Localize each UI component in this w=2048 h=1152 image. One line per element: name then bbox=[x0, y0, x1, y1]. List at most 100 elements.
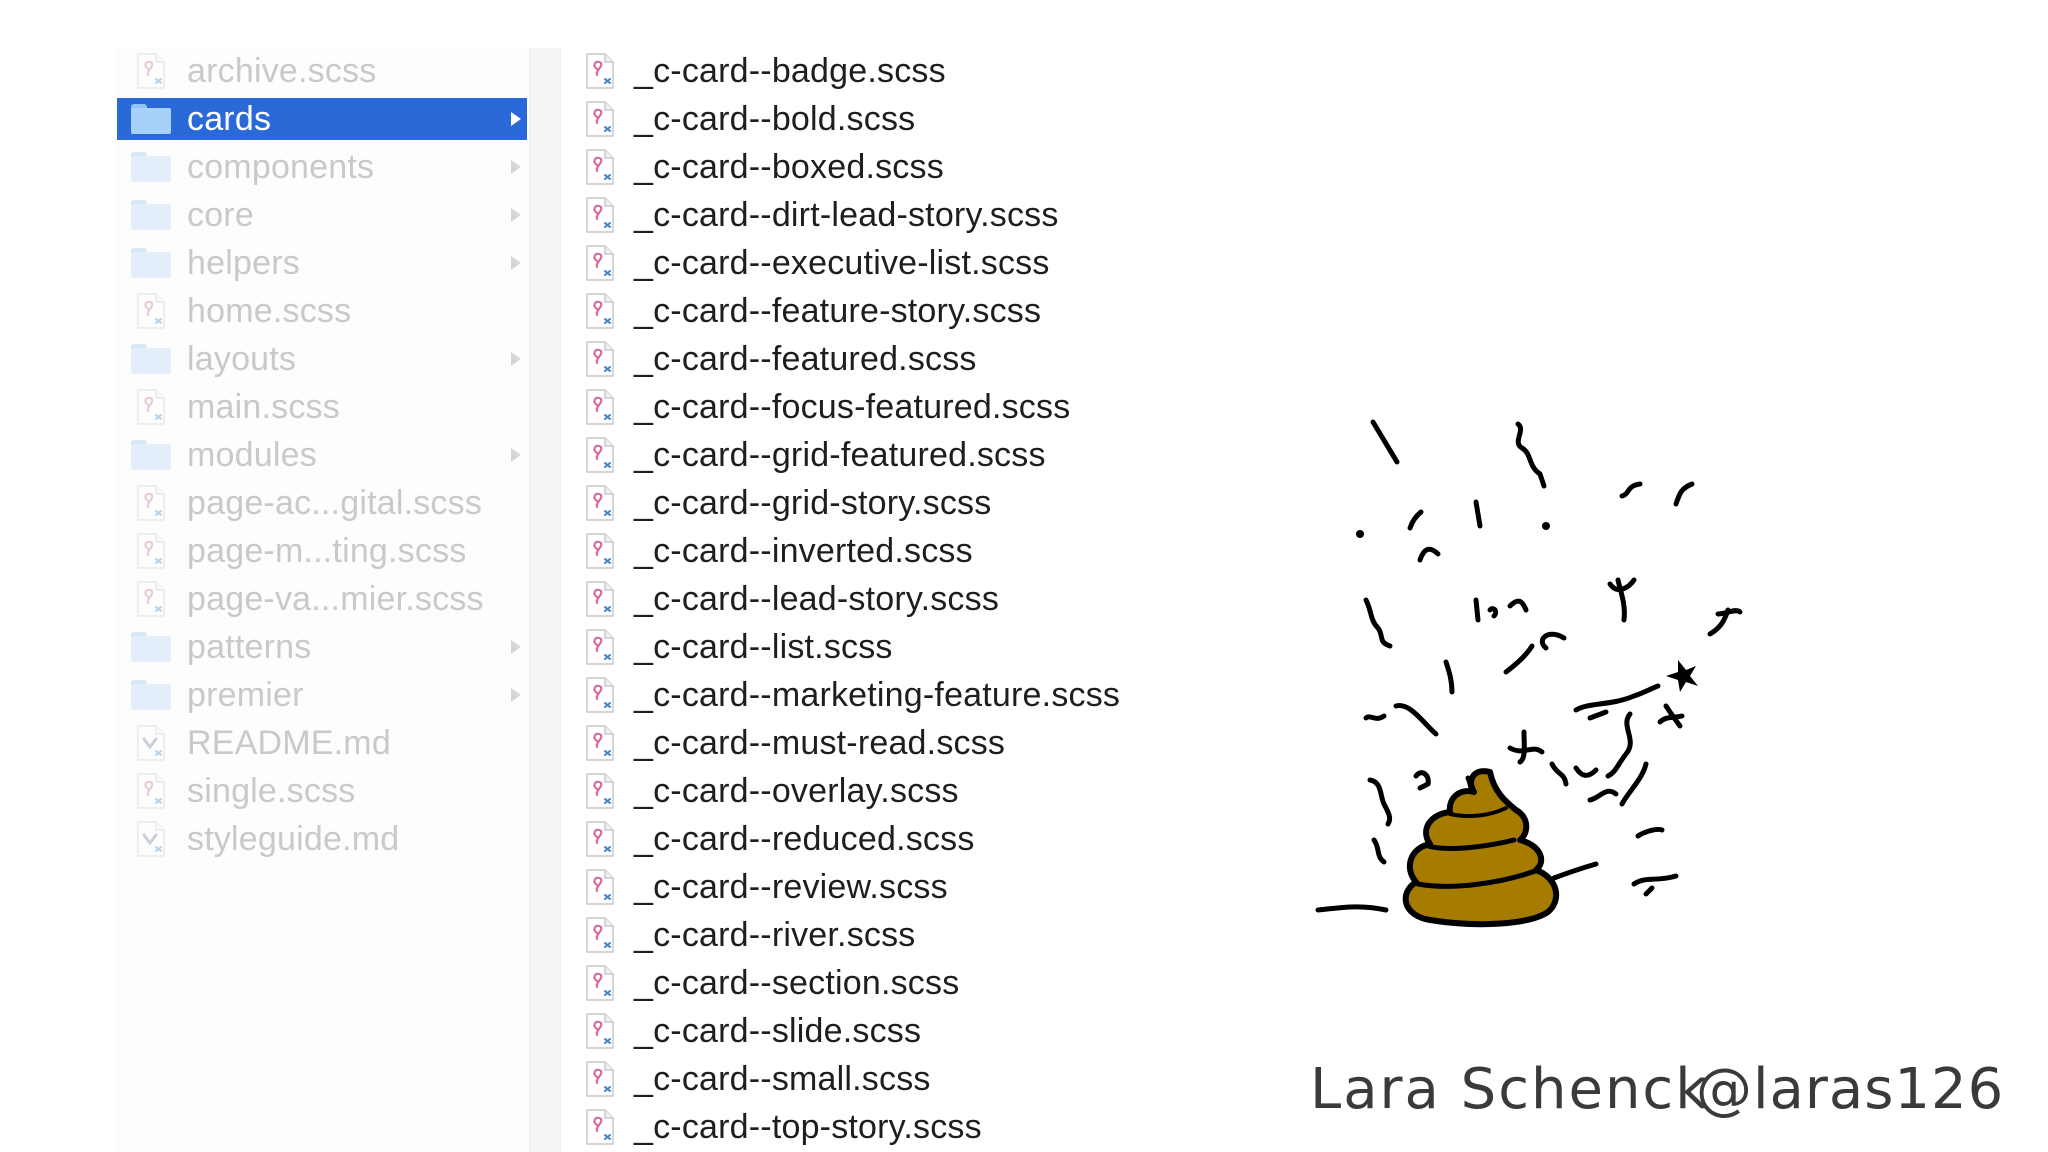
scss-file-icon bbox=[585, 293, 615, 329]
scss-file-icon bbox=[585, 533, 615, 569]
item-label: styleguide.md bbox=[187, 819, 400, 858]
parent-item-premier[interactable]: premier bbox=[117, 674, 527, 716]
file-row[interactable]: _c-card--list.scss bbox=[560, 626, 1260, 668]
column-divider[interactable] bbox=[529, 48, 561, 1152]
scss-file-icon bbox=[136, 389, 166, 425]
scss-file-icon bbox=[585, 965, 615, 1001]
item-label: page-m...ting.scss bbox=[187, 531, 467, 570]
folder-icon bbox=[131, 680, 171, 710]
item-label: README.md bbox=[187, 723, 391, 762]
file-row[interactable]: _c-card--executive-list.scss bbox=[560, 242, 1260, 284]
chevron-right-icon bbox=[511, 688, 521, 702]
scss-file-icon bbox=[585, 821, 615, 857]
file-row[interactable]: _c-card--river.scss bbox=[560, 914, 1260, 956]
file-row[interactable]: _c-card--featured.scss bbox=[560, 338, 1260, 380]
scss-file-icon bbox=[136, 53, 166, 89]
parent-item-cards[interactable]: cards bbox=[117, 98, 527, 140]
scss-file-icon bbox=[585, 917, 615, 953]
item-label: helpers bbox=[187, 243, 300, 282]
parent-item-page-m-ting-scss[interactable]: page-m...ting.scss bbox=[117, 530, 527, 572]
folder-icon bbox=[131, 344, 171, 374]
file-name: _c-card--grid-featured.scss bbox=[634, 435, 1046, 474]
parent-item-readme-md[interactable]: README.md bbox=[117, 722, 527, 764]
chevron-right-icon bbox=[511, 352, 521, 366]
file-row[interactable]: _c-card--review.scss bbox=[560, 866, 1260, 908]
file-row[interactable]: _c-card--small.scss bbox=[560, 1058, 1260, 1100]
poop-pile-drawing bbox=[1315, 419, 1743, 928]
file-row[interactable]: _c-card--slide.scss bbox=[560, 1010, 1260, 1052]
parent-item-components[interactable]: components bbox=[117, 146, 527, 188]
parent-item-home-scss[interactable]: home.scss bbox=[117, 290, 527, 332]
folder-icon bbox=[131, 440, 171, 470]
file-name: _c-card--section.scss bbox=[634, 963, 960, 1002]
item-label: patterns bbox=[187, 627, 312, 666]
item-label: cards bbox=[187, 99, 272, 138]
scss-file-icon bbox=[136, 533, 166, 569]
file-row[interactable]: _c-card--grid-story.scss bbox=[560, 482, 1260, 524]
scss-file-icon bbox=[585, 1109, 615, 1145]
scss-file-icon bbox=[585, 485, 615, 521]
scss-file-icon bbox=[585, 197, 615, 233]
parent-item-layouts[interactable]: layouts bbox=[117, 338, 527, 380]
file-row[interactable]: _c-card--reduced.scss bbox=[560, 818, 1260, 860]
scss-file-icon bbox=[585, 245, 615, 281]
file-row[interactable]: _c-card--overlay.scss bbox=[560, 770, 1260, 812]
chevron-right-icon bbox=[511, 448, 521, 462]
parent-directory-column[interactable]: archive.scss cards components core helpers ho… bbox=[117, 48, 529, 1152]
folder-icon bbox=[131, 104, 171, 134]
item-label: core bbox=[187, 195, 254, 234]
file-row[interactable]: _c-card--boxed.scss bbox=[560, 146, 1260, 188]
scss-file-icon bbox=[585, 773, 615, 809]
finder-column-view: archive.scss cards components core helpers ho… bbox=[0, 0, 2048, 1152]
file-row[interactable]: _c-card--top-story.scss bbox=[560, 1106, 1260, 1148]
file-row[interactable]: _c-card--inverted.scss bbox=[560, 530, 1260, 572]
author-handle: @laras126 bbox=[1696, 1057, 2000, 1122]
item-label: page-ac...gital.scss bbox=[187, 483, 483, 522]
parent-item-patterns[interactable]: patterns bbox=[117, 626, 527, 668]
parent-item-archive-scss[interactable]: archive.scss bbox=[117, 50, 527, 92]
parent-item-modules[interactable]: modules bbox=[117, 434, 527, 476]
file-name: _c-card--must-read.scss bbox=[634, 723, 1006, 762]
parent-item-styleguide-md[interactable]: styleguide.md bbox=[117, 818, 527, 860]
markdown-file-icon bbox=[136, 725, 166, 761]
file-row[interactable]: _c-card--badge.scss bbox=[560, 50, 1260, 92]
file-row[interactable]: _c-card--must-read.scss bbox=[560, 722, 1260, 764]
file-name: _c-card--featured.scss bbox=[634, 339, 977, 378]
file-name: _c-card--review.scss bbox=[634, 867, 948, 906]
parent-item-core[interactable]: core bbox=[117, 194, 527, 236]
scss-file-icon bbox=[585, 101, 615, 137]
file-name: _c-card--dirt-lead-story.scss bbox=[634, 195, 1059, 234]
file-row[interactable]: _c-card--bold.scss bbox=[560, 98, 1260, 140]
parent-item-main-scss[interactable]: main.scss bbox=[117, 386, 527, 428]
poop-pile bbox=[1402, 768, 1599, 928]
file-row[interactable]: _c-card--section.scss bbox=[560, 962, 1260, 1004]
file-row[interactable]: _c-card--lead-story.scss bbox=[560, 578, 1260, 620]
file-row[interactable]: _c-card--marketing-feature.scss bbox=[560, 674, 1260, 716]
item-label: modules bbox=[187, 435, 317, 474]
chevron-right-icon bbox=[511, 160, 521, 174]
scss-file-icon bbox=[585, 341, 615, 377]
item-label: home.scss bbox=[187, 291, 352, 330]
chevron-right-icon bbox=[511, 256, 521, 270]
file-row[interactable]: _c-card--grid-featured.scss bbox=[560, 434, 1260, 476]
file-name: _c-card--focus-featured.scss bbox=[634, 387, 1071, 426]
file-row[interactable]: _c-card--focus-featured.scss bbox=[560, 386, 1260, 428]
scss-file-icon bbox=[585, 389, 615, 425]
scss-file-icon bbox=[585, 629, 615, 665]
author-signature: Lara Schenck @laras126 bbox=[1310, 1057, 2000, 1122]
markdown-file-icon bbox=[136, 821, 166, 857]
file-name: _c-card--top-story.scss bbox=[634, 1107, 982, 1146]
cards-directory-column[interactable]: _c-card--badge.scss _c-card--bold.scss _c-… bbox=[560, 48, 1260, 1152]
author-name: Lara Schenck bbox=[1310, 1057, 1710, 1122]
file-row[interactable]: _c-card--feature-story.scss bbox=[560, 290, 1260, 332]
parent-item-single-scss[interactable]: single.scss bbox=[117, 770, 527, 812]
file-name: _c-card--marketing-feature.scss bbox=[634, 675, 1121, 714]
parent-item-page-ac-gital-scss[interactable]: page-ac...gital.scss bbox=[117, 482, 527, 524]
file-name: _c-card--bold.scss bbox=[634, 99, 916, 138]
parent-item-page-va-mier-scss[interactable]: page-va...mier.scss bbox=[117, 578, 527, 620]
file-row[interactable]: _c-card--dirt-lead-story.scss bbox=[560, 194, 1260, 236]
parent-item-helpers[interactable]: helpers bbox=[117, 242, 527, 284]
folder-icon bbox=[131, 200, 171, 230]
item-label: premier bbox=[187, 675, 304, 714]
chevron-right-icon bbox=[511, 208, 521, 222]
